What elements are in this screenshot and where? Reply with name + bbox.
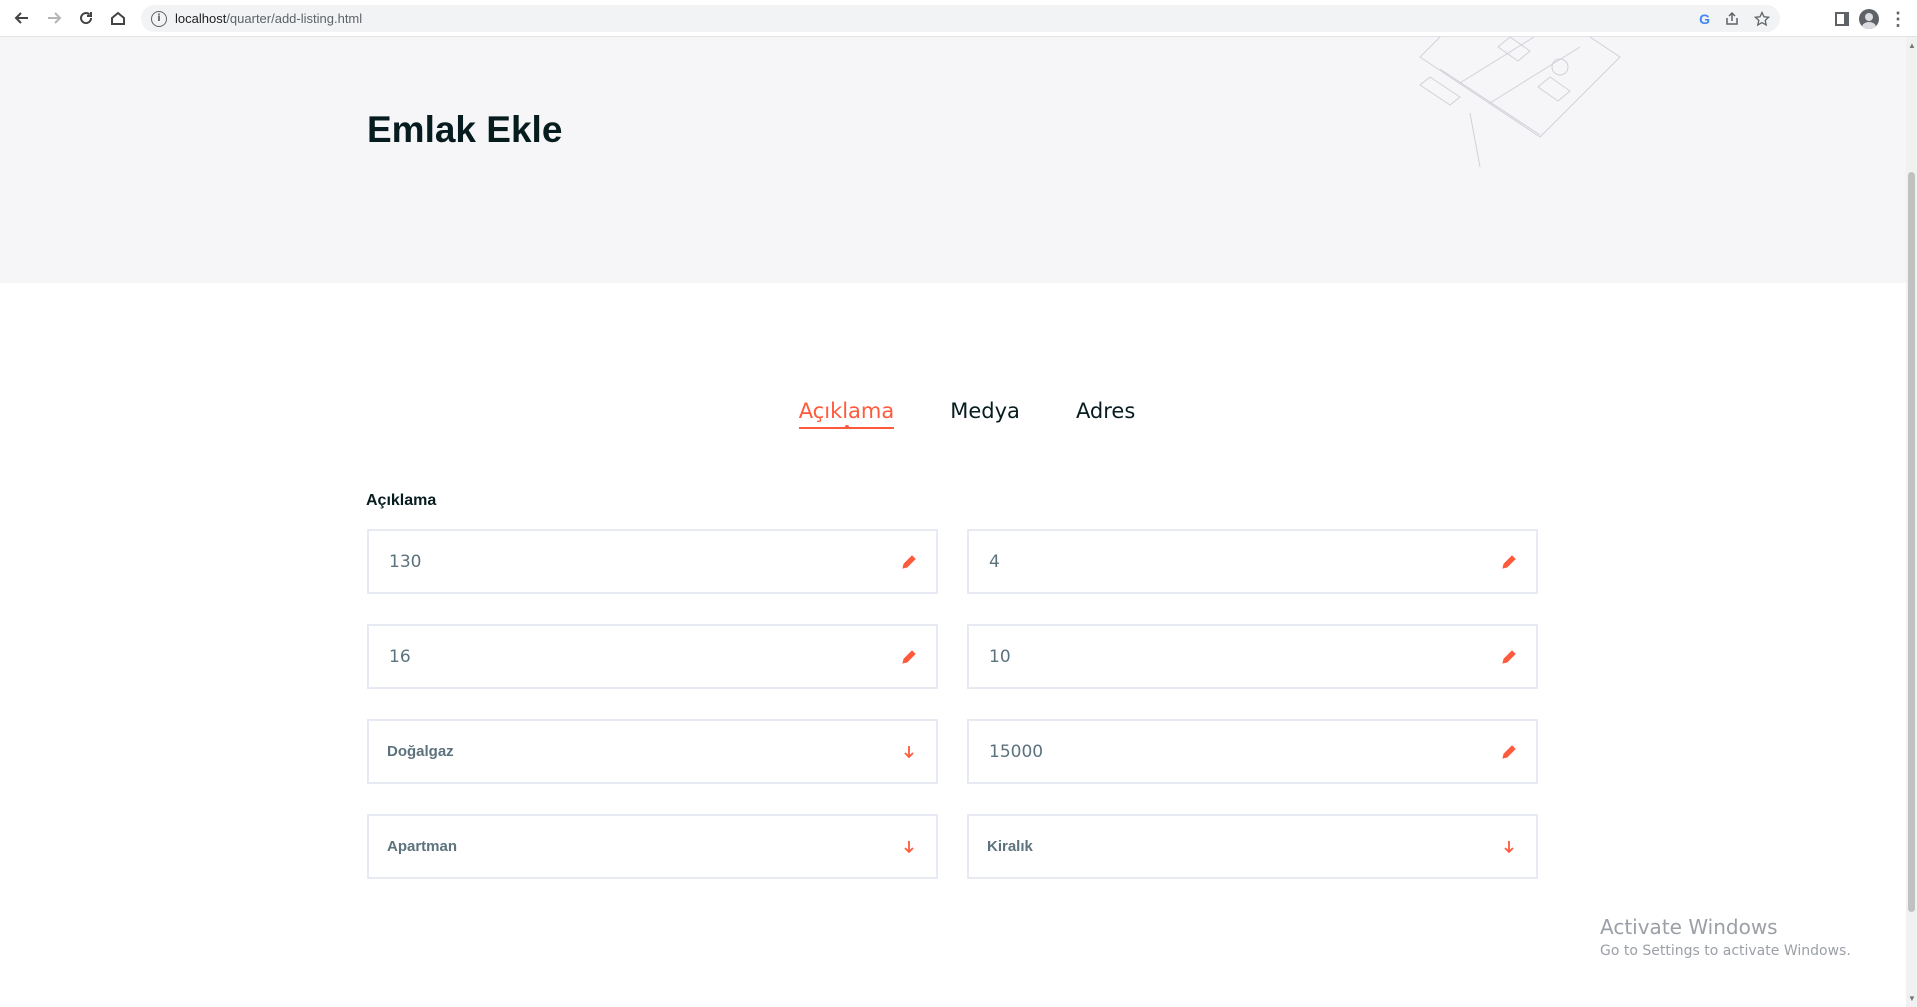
page-title: Emlak Ekle: [367, 109, 563, 150]
share-icon[interactable]: [1724, 11, 1740, 27]
listing-status-select[interactable]: Kiralık: [967, 814, 1538, 879]
pencil-icon: [902, 649, 916, 664]
blueprint-decoration: [1419, 37, 1621, 168]
reload-icon[interactable]: [72, 4, 100, 32]
browser-toolbar: i localhost/quarter/add-listing.html G ⋮: [0, 0, 1917, 37]
watermark-title: Activate Windows: [1600, 915, 1778, 939]
input-field-price[interactable]: 15000: [967, 719, 1538, 784]
page-viewport: Emlak Ekle Açıklama Medya Adres Açıklama…: [0, 37, 1906, 1007]
scroll-up-icon[interactable]: ▲: [1908, 41, 1916, 50]
browser-right-controls: ⋮: [1835, 0, 1917, 37]
page-scrollbar[interactable]: ▲ ▼: [1906, 37, 1917, 1007]
input-field-2[interactable]: 4: [967, 529, 1538, 594]
field-value: 130: [389, 551, 422, 572]
select-value: Apartman: [387, 838, 458, 855]
arrow-down-icon: [1504, 840, 1514, 853]
back-icon[interactable]: [8, 4, 36, 32]
tab-adres[interactable]: Adres: [1076, 399, 1135, 429]
url-path: /quarter/add-listing.html: [226, 11, 363, 26]
pencil-icon: [1502, 744, 1516, 759]
pencil-icon: [1502, 649, 1516, 664]
field-value: 15000: [989, 741, 1044, 762]
pencil-icon: [902, 554, 916, 569]
forward-icon[interactable]: [40, 4, 68, 32]
section-heading: Açıklama: [366, 492, 437, 509]
select-value: Kiralık: [987, 838, 1033, 855]
google-lens-icon[interactable]: G: [1699, 11, 1710, 27]
input-field-4[interactable]: 10: [967, 624, 1538, 689]
scroll-down-icon[interactable]: ▼: [1908, 994, 1916, 1003]
scrollbar-thumb[interactable]: [1908, 172, 1915, 912]
field-value: 10: [989, 646, 1011, 667]
url-host: localhost: [175, 11, 227, 26]
listing-tabs: Açıklama Medya Adres: [0, 399, 1906, 430]
side-panel-icon[interactable]: [1835, 11, 1849, 26]
page-hero: Emlak Ekle: [0, 37, 1906, 283]
property-type-select[interactable]: Apartman: [367, 814, 938, 879]
site-info-icon[interactable]: i: [151, 10, 167, 27]
watermark-subtitle: Go to Settings to activate Windows.: [1600, 943, 1851, 959]
address-bar[interactable]: i localhost/quarter/add-listing.html G: [141, 5, 1780, 32]
bookmark-star-icon[interactable]: [1754, 10, 1770, 27]
pencil-icon: [1502, 554, 1516, 569]
profile-avatar[interactable]: [1859, 8, 1879, 29]
tab-aciklama[interactable]: Açıklama: [798, 399, 894, 430]
arrow-down-icon: [904, 745, 914, 758]
field-value: 16: [389, 646, 411, 667]
select-value: Doğalgaz: [387, 743, 454, 760]
field-value: 4: [989, 551, 1000, 572]
heating-select[interactable]: Doğalgaz: [367, 719, 938, 784]
home-icon[interactable]: [104, 4, 132, 32]
input-field-1[interactable]: 130: [367, 529, 938, 594]
tab-medya[interactable]: Medya: [950, 399, 1020, 429]
browser-menu-icon[interactable]: ⋮: [1889, 10, 1907, 28]
input-field-3[interactable]: 16: [367, 624, 938, 689]
url-text: localhost/quarter/add-listing.html: [175, 11, 362, 26]
arrow-down-icon: [904, 840, 914, 853]
windows-activation-watermark: Activate Windows Go to Settings to activ…: [1600, 915, 1851, 959]
address-bar-actions: G: [1699, 5, 1770, 32]
